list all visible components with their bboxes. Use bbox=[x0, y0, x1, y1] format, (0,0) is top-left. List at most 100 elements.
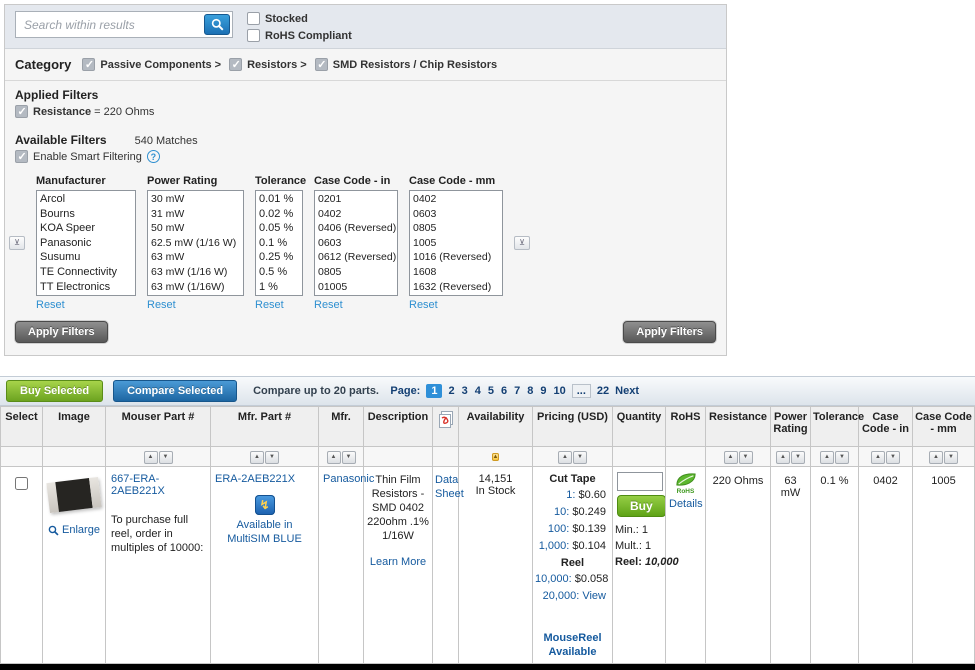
filter-option[interactable]: 0.02 % bbox=[256, 207, 302, 222]
last-page-link[interactable]: 22 bbox=[597, 385, 609, 397]
filter-option[interactable]: 63 mW bbox=[148, 250, 243, 265]
apply-filters-button-right[interactable]: Apply Filters bbox=[623, 321, 716, 343]
smart-filtering-checkbox[interactable] bbox=[15, 150, 28, 163]
filter-option[interactable]: TT Electronics bbox=[37, 280, 135, 295]
manufacturer-listbox[interactable]: ArcolBournsKOA SpeerPanasonicSusumuTE Co… bbox=[36, 190, 136, 296]
collapse-right-chevron-icon[interactable]: ⊻ bbox=[514, 236, 530, 250]
price-break-qty-20000[interactable]: 20,000: bbox=[543, 590, 580, 602]
mfr-part-link[interactable]: ERA-2AEB221X bbox=[215, 473, 314, 485]
filter-option[interactable]: 0603 bbox=[315, 236, 397, 251]
filter-option[interactable]: 30 mW bbox=[148, 192, 243, 207]
sort-down-resistance[interactable]: ▼ bbox=[739, 451, 753, 464]
filter-option[interactable]: 0.1 % bbox=[256, 236, 302, 251]
sort-down-mfr[interactable]: ▼ bbox=[342, 451, 356, 464]
search-input[interactable] bbox=[15, 11, 233, 38]
datasheet-link[interactable]: Data Sheet bbox=[435, 473, 456, 501]
applied-filter-checkbox[interactable] bbox=[15, 105, 28, 118]
page-link[interactable]: 3 bbox=[462, 385, 468, 397]
sort-up-case-mm[interactable]: ▲ bbox=[929, 451, 943, 464]
sort-up-power[interactable]: ▲ bbox=[776, 451, 790, 464]
filter-option[interactable]: 0406 (Reversed) bbox=[315, 221, 397, 236]
page-link[interactable]: 6 bbox=[501, 385, 507, 397]
filter-option[interactable]: 62.5 mW (1/16 W) bbox=[148, 236, 243, 251]
enlarge-link[interactable]: Enlarge bbox=[46, 524, 102, 536]
sort-up-mfr[interactable]: ▲ bbox=[327, 451, 341, 464]
sort-down-tolerance[interactable]: ▼ bbox=[835, 451, 849, 464]
filter-option[interactable]: KOA Speer bbox=[37, 221, 135, 236]
filter-option[interactable]: 1016 (Reversed) bbox=[410, 250, 502, 265]
filter-option[interactable]: TE Connectivity bbox=[37, 265, 135, 280]
filter-option[interactable]: Arcol bbox=[37, 192, 135, 207]
filter-option[interactable]: 0603 bbox=[410, 207, 502, 222]
filter-option[interactable]: 1632 (Reversed) bbox=[410, 280, 502, 295]
filter-option[interactable]: 0402 bbox=[315, 207, 397, 222]
category-checkbox[interactable] bbox=[82, 58, 95, 71]
filter-option[interactable]: 0805 bbox=[315, 265, 397, 280]
sort-up-case-in[interactable]: ▲ bbox=[871, 451, 885, 464]
buy-selected-button[interactable]: Buy Selected bbox=[6, 380, 103, 402]
page-link[interactable]: 2 bbox=[448, 385, 454, 397]
sort-down-power[interactable]: ▼ bbox=[791, 451, 805, 464]
filter-option[interactable]: 01005 bbox=[315, 280, 397, 295]
rohs-checkbox[interactable] bbox=[247, 29, 260, 42]
reset-link-case-code-mm[interactable]: Reset bbox=[409, 299, 503, 311]
reset-link-tolerance[interactable]: Reset bbox=[255, 299, 303, 311]
category-checkbox[interactable] bbox=[229, 58, 242, 71]
page-link[interactable]: 8 bbox=[527, 385, 533, 397]
page-link[interactable]: 5 bbox=[488, 385, 494, 397]
filter-option[interactable]: 1005 bbox=[410, 236, 502, 251]
page-ellipsis[interactable]: ... bbox=[572, 384, 591, 398]
multisim-link[interactable]: Available in MultiSIM BLUE bbox=[215, 518, 314, 546]
sort-down-pricing[interactable]: ▼ bbox=[573, 451, 587, 464]
next-page-link[interactable]: Next bbox=[615, 385, 639, 397]
tolerance-listbox[interactable]: 0.01 %0.02 %0.05 %0.1 %0.25 %0.5 %1 % bbox=[255, 190, 303, 296]
price-break-qty[interactable]: 1: bbox=[566, 489, 575, 501]
filter-option[interactable]: 0.5 % bbox=[256, 265, 302, 280]
power-rating-listbox[interactable]: 30 mW31 mW50 mW62.5 mW (1/16 W)63 mW63 m… bbox=[147, 190, 244, 296]
filter-option[interactable]: 0805 bbox=[410, 221, 502, 236]
mousereel-link[interactable]: MouseReel Available bbox=[535, 631, 610, 659]
filter-option[interactable]: 0.01 % bbox=[256, 192, 302, 207]
view-price-link[interactable]: View bbox=[582, 590, 606, 602]
price-break-qty[interactable]: 10: bbox=[554, 506, 569, 518]
rohs-details-link[interactable]: Details bbox=[669, 498, 702, 510]
filter-option[interactable]: 50 mW bbox=[148, 221, 243, 236]
page-link[interactable]: 10 bbox=[553, 385, 565, 397]
price-break-qty[interactable]: 1,000: bbox=[539, 540, 570, 552]
sort-up-mouser-part[interactable]: ▲ bbox=[144, 451, 158, 464]
select-row-checkbox[interactable] bbox=[15, 477, 28, 490]
reset-link-case-code-in[interactable]: Reset bbox=[314, 299, 398, 311]
filter-option[interactable]: Panasonic bbox=[37, 236, 135, 251]
sort-up-resistance[interactable]: ▲ bbox=[724, 451, 738, 464]
mouser-part-link[interactable]: 667-ERA-2AEB221X bbox=[111, 473, 165, 497]
filter-option[interactable]: 0.25 % bbox=[256, 250, 302, 265]
filter-option[interactable]: 0201 bbox=[315, 192, 397, 207]
page-link[interactable]: 4 bbox=[475, 385, 481, 397]
sort-down-case-in[interactable]: ▼ bbox=[886, 451, 900, 464]
filter-option[interactable]: 0402 bbox=[410, 192, 502, 207]
case-code-mm-listbox[interactable]: 04020603080510051016 (Reversed)16081632 … bbox=[409, 190, 503, 296]
mfr-link[interactable]: Panasonic bbox=[323, 473, 374, 485]
search-button[interactable] bbox=[204, 14, 230, 35]
filter-option[interactable]: Susumu bbox=[37, 250, 135, 265]
compare-selected-button[interactable]: Compare Selected bbox=[113, 380, 237, 402]
filter-option[interactable]: 63 mW (1/16W) bbox=[148, 280, 243, 295]
filter-option[interactable]: 0.05 % bbox=[256, 221, 302, 236]
sort-up-tolerance[interactable]: ▲ bbox=[820, 451, 834, 464]
filter-option[interactable]: 1 % bbox=[256, 280, 302, 295]
sort-up-pricing[interactable]: ▲ bbox=[558, 451, 572, 464]
sort-down-case-mm[interactable]: ▼ bbox=[944, 451, 958, 464]
stocked-checkbox[interactable] bbox=[247, 12, 260, 25]
price-break-qty[interactable]: 100: bbox=[548, 523, 569, 535]
apply-filters-button-left[interactable]: Apply Filters bbox=[15, 321, 108, 343]
page-link[interactable]: 7 bbox=[514, 385, 520, 397]
reset-link-power-rating[interactable]: Reset bbox=[147, 299, 244, 311]
category-checkbox[interactable] bbox=[315, 58, 328, 71]
reset-link-manufacturer[interactable]: Reset bbox=[36, 299, 136, 311]
sort-down-mouser-part[interactable]: ▼ bbox=[159, 451, 173, 464]
collapse-left-chevron-icon[interactable]: ⊻ bbox=[9, 236, 25, 250]
filter-option[interactable]: 63 mW (1/16 W) bbox=[148, 265, 243, 280]
buy-button[interactable]: Buy bbox=[617, 495, 666, 517]
filter-option[interactable]: Bourns bbox=[37, 207, 135, 222]
filter-option[interactable]: 0612 (Reversed) bbox=[315, 250, 397, 265]
